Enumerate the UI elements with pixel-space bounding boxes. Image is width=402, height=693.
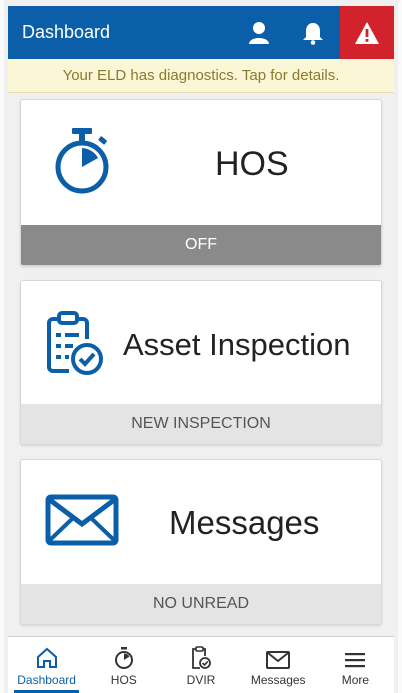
- page-title: Dashboard: [22, 22, 111, 42]
- menu-icon: [345, 653, 366, 668]
- inspection-status-bar: NEW INSPECTION: [21, 404, 381, 444]
- clipboard-check-icon: [39, 309, 105, 384]
- nav-dvir-label: DVIR: [186, 673, 216, 687]
- alert-button[interactable]: [340, 6, 394, 59]
- nav-dashboard[interactable]: Dashboard: [8, 637, 85, 693]
- messages-status-bar: NO UNREAD: [21, 584, 381, 624]
- stopwatch-icon: [114, 647, 133, 669]
- hos-card-title: HOS: [215, 145, 289, 183]
- messages-card-title: Messages: [169, 504, 320, 541]
- bell-icon: [303, 22, 323, 45]
- stopwatch-icon: [51, 126, 115, 199]
- nav-dvir[interactable]: DVIR: [162, 637, 239, 693]
- profile-button[interactable]: [232, 6, 286, 59]
- hos-status-text: OFF: [185, 236, 217, 253]
- hos-status-bar: OFF: [21, 225, 381, 265]
- nav-hos-label: HOS: [110, 673, 137, 687]
- notifications-button[interactable]: [286, 6, 340, 59]
- asset-inspection-card-title: Asset Inspection: [123, 327, 351, 362]
- home-icon: [36, 647, 57, 668]
- person-icon: [249, 21, 269, 44]
- nav-more[interactable]: More: [317, 637, 394, 693]
- inspection-status-text: NEW INSPECTION: [131, 415, 271, 432]
- diagnostics-banner[interactable]: Your ELD has diagnostics. Tap for detail…: [8, 59, 394, 93]
- diagnostics-banner-text: Your ELD has diagnostics. Tap for detail…: [62, 67, 340, 84]
- hos-card[interactable]: HOS OFF: [20, 99, 382, 266]
- warning-icon: [355, 21, 379, 44]
- nav-hos[interactable]: HOS: [85, 637, 162, 693]
- messages-status-text: NO UNREAD: [152, 595, 249, 612]
- app-bar: Dashboard: [8, 6, 394, 59]
- envelope-icon: [266, 651, 291, 669]
- nav-dashboard-label: Dashboard: [17, 673, 76, 687]
- app-screen: Dashboard Your ELD has diagnostics. Tap …: [0, 0, 402, 693]
- nav-messages-label: Messages: [250, 673, 306, 687]
- nav-more-label: More: [341, 673, 370, 687]
- nav-messages[interactable]: Messages: [240, 637, 317, 693]
- bottom-navigation: Dashboard HOS DVIR Messages More: [8, 636, 394, 693]
- asset-inspection-card[interactable]: Asset Inspection NEW INSPECTION: [20, 280, 382, 445]
- envelope-icon: [45, 494, 119, 551]
- clipboard-check-icon: [192, 646, 211, 669]
- messages-card[interactable]: Messages NO UNREAD: [20, 459, 382, 625]
